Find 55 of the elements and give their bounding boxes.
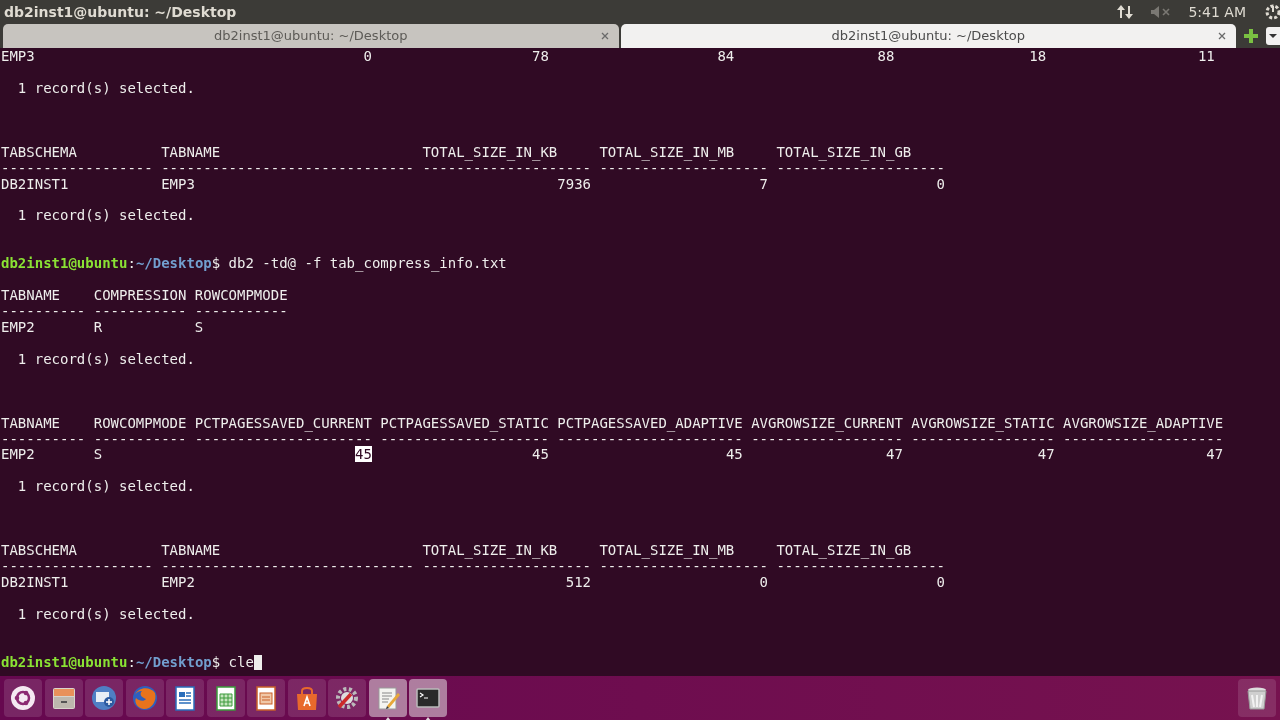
network-arrows-icon[interactable] bbox=[1116, 4, 1135, 20]
output-line: DB2INST1 EMP2 512 0 0 bbox=[1, 574, 945, 591]
file-cabinet-icon bbox=[50, 685, 77, 711]
output-line: ------------------ ------------------------------ -------------------- -------------------- -------------------- bbox=[1, 559, 945, 575]
presentation-icon bbox=[253, 685, 279, 711]
output-line: 1 record(s) selected. bbox=[16, 479, 195, 496]
trash-can-icon bbox=[1244, 685, 1270, 711]
command-text: db2 -td@ -f tab_compress_info.txt bbox=[228, 255, 507, 272]
close-icon[interactable] bbox=[1218, 32, 1226, 40]
window-title: db2inst1@ubuntu: ~/Desktop bbox=[3, 2, 237, 22]
terminal-tab[interactable]: db2inst1@ubuntu: ~/Desktop bbox=[620, 24, 1236, 48]
output-line: TABNAME COMPRESSION ROWCOMPMODE bbox=[1, 288, 288, 304]
speaker-muted-icon[interactable] bbox=[1150, 5, 1173, 19]
output-line: TABSCHEMA TABNAME TOTAL_SIZE_IN_KB TOTAL_SIZE_IN_MB TOTAL_SIZE_IN_GB bbox=[1, 144, 912, 161]
launcher-button[interactable] bbox=[44, 679, 83, 717]
output-line: ---------- ----------- ----------- bbox=[1, 304, 288, 320]
document-icon bbox=[172, 685, 198, 711]
output-line: DB2INST1 EMP3 7936 7 0 bbox=[1, 176, 945, 193]
selected-text: 45 bbox=[355, 446, 372, 463]
launcher-button[interactable] bbox=[287, 679, 326, 717]
terminal-icon bbox=[415, 685, 441, 711]
output-text: 45 45 47 47 47 bbox=[531, 446, 1224, 463]
launcher-button[interactable] bbox=[166, 679, 204, 717]
monitor-plus-icon bbox=[91, 685, 117, 711]
command-text: cle bbox=[228, 653, 254, 670]
launcher-button[interactable] bbox=[368, 679, 407, 717]
gear-wrench-icon bbox=[334, 685, 360, 711]
output-line: ------------------ ------------------------------ -------------------- -------------------- -------------------- bbox=[1, 160, 945, 177]
prompt-text: db2inst1@ubuntu:~/Desktop$ bbox=[1, 653, 221, 670]
close-icon[interactable] bbox=[600, 32, 609, 40]
launcher-button[interactable] bbox=[247, 679, 285, 717]
tab-menu-button[interactable] bbox=[1266, 27, 1280, 45]
output-text: EMP2 S bbox=[1, 446, 104, 463]
caret-icon bbox=[1269, 33, 1277, 39]
output-line: EMP3 0 78 84 88 18 11 bbox=[1, 49, 1215, 65]
ubuntu-logo-icon bbox=[10, 685, 36, 711]
output-line: EMP2 R S bbox=[1, 319, 204, 336]
output-line: 1 record(s) selected. bbox=[16, 351, 195, 368]
clock-text[interactable]: 5:41 AM bbox=[1188, 1, 1246, 23]
output-line: TABSCHEMA TABNAME TOTAL_SIZE_IN_KB TOTAL_SIZE_IN_MB TOTAL_SIZE_IN_GB bbox=[1, 543, 912, 559]
launcher-button[interactable] bbox=[85, 679, 123, 717]
terminal-tab[interactable]: db2inst1@ubuntu: ~/Desktop bbox=[3, 24, 619, 48]
output-line: 1 record(s) selected. bbox=[16, 606, 195, 623]
output-line: 1 record(s) selected. bbox=[16, 208, 195, 225]
output-line: ---------- ----------- --------------------- -------------------- ---------------------- ------------------ ----------------- ------------------- bbox=[1, 431, 1224, 448]
prompt-text: db2inst1@ubuntu:~/Desktop$ bbox=[1, 255, 221, 272]
fox-globe-icon bbox=[131, 685, 158, 711]
launcher-button[interactable] bbox=[328, 679, 366, 717]
launcher-button[interactable] bbox=[4, 679, 42, 717]
launcher-button[interactable] bbox=[1238, 679, 1276, 717]
output-line: 1 record(s) selected. bbox=[16, 80, 195, 97]
output-line: TABNAME ROWCOMPMODE PCTPAGESSAVED_CURRENT PCTPAGESSAVED_STATIC PCTPAGESSAVED_ADAPTIVE AVGROWSIZE_CURRENT AVGROWSIZE_STATIC AVGROWSIZE_ADAPTIVE bbox=[1, 415, 1224, 432]
plus-icon bbox=[1243, 28, 1259, 44]
launcher-button[interactable] bbox=[206, 679, 245, 717]
launcher-button[interactable] bbox=[409, 679, 447, 717]
